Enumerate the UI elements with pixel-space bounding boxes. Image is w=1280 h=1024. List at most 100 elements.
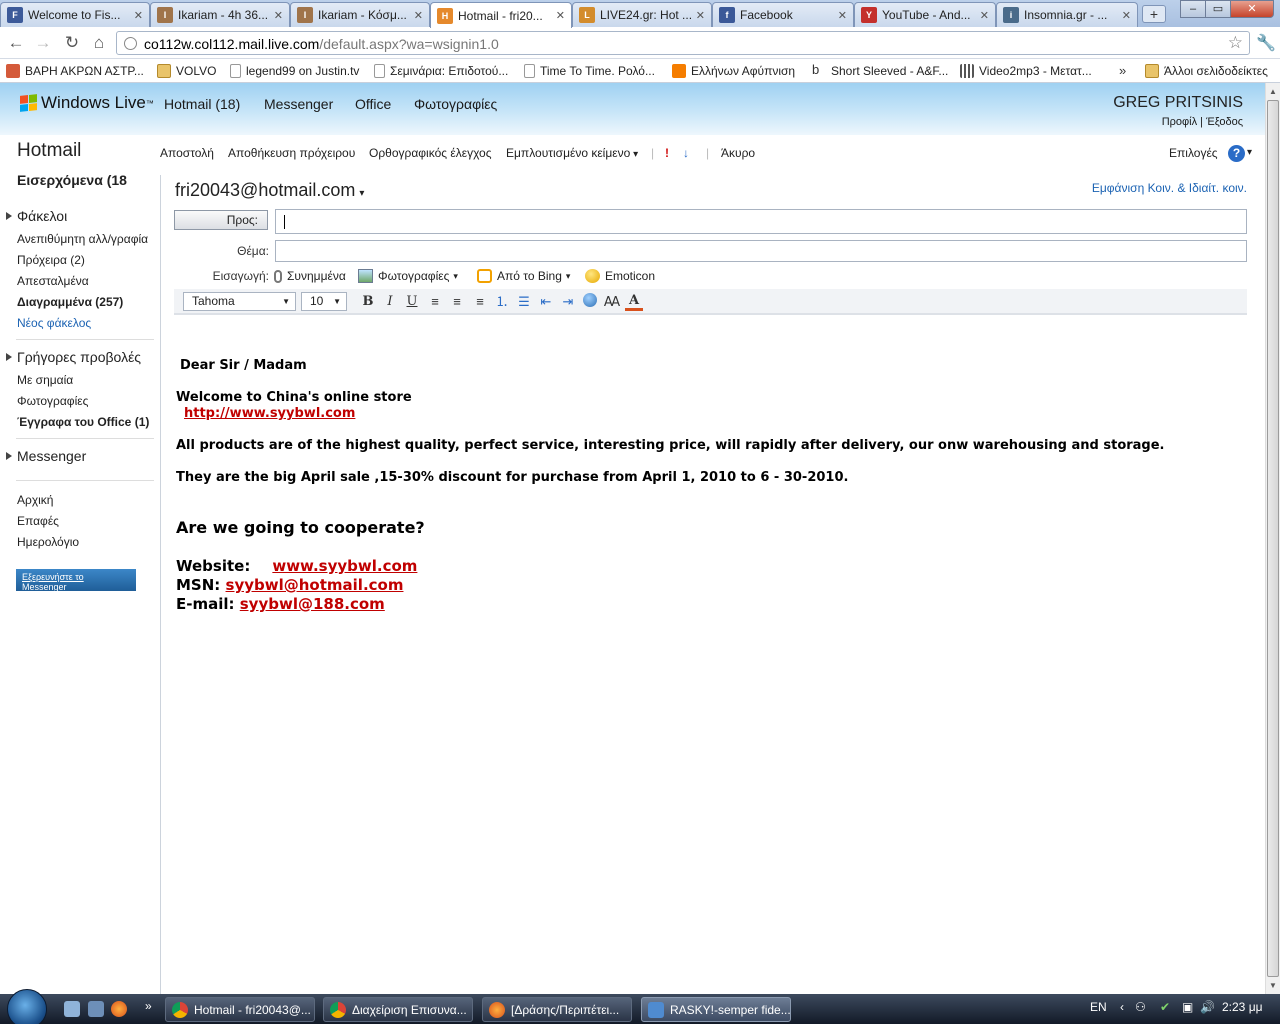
show-cc-bcc-link[interactable]: Εμφάνιση Κοιν. & Ιδιαίτ. κοιν. [1092,181,1247,195]
bookmark-item[interactable]: ΒΑΡΗ ΑΚΡΩΝ ΑΣΤΡ... [6,62,144,80]
bookmark-star-icon[interactable]: ☆ [1228,33,1243,53]
bold-icon[interactable]: B [359,293,377,311]
bookmark-item[interactable]: Ελλήνων Αφύπνιση [672,62,795,80]
quick-photos[interactable]: Φωτογραφίες [17,394,88,408]
page-scrollbar[interactable]: ▲ ▼ [1265,83,1280,994]
new-folder-link[interactable]: Νέος φάκελος [17,316,91,330]
website-link[interactable]: www.syybwl.com [272,557,417,575]
security-icon[interactable]: ✔ [1160,1000,1170,1014]
help-icon[interactable]: ? [1228,145,1245,162]
volume-icon[interactable]: 🔊 [1200,1000,1215,1014]
firefox-icon[interactable] [111,1001,127,1017]
close-tab-icon[interactable]: ✕ [134,9,143,22]
close-tab-icon[interactable]: ✕ [696,9,705,22]
other-bookmarks-folder[interactable]: Άλλοι σελιδοδείκτες [1145,62,1268,80]
quick-office-docs[interactable]: Έγγραφα του Office (1) [17,415,149,429]
to-input[interactable] [275,209,1247,234]
align-left-icon[interactable]: ≡ [426,293,444,311]
font-color-icon[interactable]: A [625,293,643,311]
close-tab-icon[interactable]: ✕ [1122,9,1131,22]
email-link[interactable]: syybwl@188.com [240,595,385,613]
bookmark-item[interactable]: legend99 on Justin.tv [230,62,359,80]
nav-photos[interactable]: Φωτογραφίες [414,96,497,112]
close-window-icon[interactable]: ✕ [1230,0,1274,18]
language-indicator[interactable]: EN [1090,1000,1107,1014]
windows-live-logo[interactable]: Windows Live ™ [20,93,154,113]
send-button[interactable]: Αποστολή [160,146,214,160]
bookmark-item[interactable]: Σεμινάρια: Επιδοτού... [374,62,508,80]
bookmark-folder[interactable]: VOLVO [157,62,216,80]
italic-icon[interactable]: I [381,293,399,311]
address-bar[interactable]: co112w.col112.mail.live.com/default.aspx… [116,31,1250,55]
minimize-icon[interactable]: – [1180,0,1206,18]
nav-hotmail[interactable]: Hotmail (18) [164,96,240,112]
browser-tab[interactable]: i Insomnia.gr - ... ✕ [996,2,1138,27]
reload-icon[interactable]: ↻ [62,34,82,54]
browser-tab[interactable]: Y YouTube - And... ✕ [854,2,996,27]
folder-sent[interactable]: Απεσταλμένα [17,274,89,288]
high-importance-icon[interactable]: ! [665,146,669,160]
quick-flagged[interactable]: Με σημαία [17,373,73,387]
folder-deleted[interactable]: Διαγραμμένα (257) [17,295,123,309]
messenger-ad-banner[interactable]: Εξερευνήστε το Messenger [16,569,136,592]
back-icon[interactable]: ← [6,34,26,54]
font-family-select[interactable]: Tahoma ▼ [183,292,296,311]
profile-link[interactable]: Προφίλ [1162,116,1197,128]
font-size-select[interactable]: 10 ▼ [301,292,347,311]
nav-messenger[interactable]: Messenger [264,96,333,112]
link-contacts[interactable]: Επαφές [17,514,59,528]
link-home[interactable]: Αρχική [17,493,53,507]
inbox-link[interactable]: Εισερχόμενα (18 [17,172,127,188]
scroll-down-icon[interactable]: ▼ [1269,981,1277,990]
insert-emoticon[interactable]: Emoticon [585,269,655,283]
wrench-icon[interactable]: 🔧 [1256,33,1276,53]
close-tab-icon[interactable]: ✕ [274,9,283,22]
browser-tab[interactable]: I Ikariam - 4h 36... ✕ [150,2,290,27]
bookmark-item[interactable]: Video2mp3 - Μετατ... [960,62,1092,80]
options-button[interactable]: Επιλογές [1169,146,1218,160]
decrease-indent-icon[interactable]: ⇤ [537,293,555,311]
spellcheck-button[interactable]: Ορθογραφικός έλεγχος [369,146,492,160]
msn-link[interactable]: syybwl@hotmail.com [226,576,404,594]
clock[interactable]: 2:23 μμ [1222,1000,1263,1014]
folder-junk[interactable]: Ανεπιθύμητη αλλ/γραφία [17,232,148,246]
show-desktop-icon[interactable] [64,1001,80,1017]
quick-views-header[interactable]: Γρήγορες προβολές [5,349,141,365]
align-center-icon[interactable]: ≡ [448,293,466,311]
home-icon[interactable]: ⌂ [89,34,109,54]
browser-tab[interactable]: I Ikariam - Κόσμ... ✕ [290,2,430,27]
display-icon[interactable]: ▣ [1182,1000,1193,1014]
tray-expand-icon[interactable]: ‹ [1120,1000,1124,1014]
bookmark-item[interactable]: Time To Time. Ρολό... [524,62,655,80]
messenger-header[interactable]: Messenger [5,448,86,464]
taskbar-button[interactable]: [Δράσης/Περιπέτει... [482,997,632,1022]
browser-tab-active[interactable]: H Hotmail - fri20... ✕ [430,2,572,28]
subject-input[interactable] [275,240,1247,262]
increase-indent-icon[interactable]: ⇥ [559,293,577,311]
close-tab-icon[interactable]: ✕ [556,9,565,22]
cancel-button[interactable]: Άκυρο [721,146,755,160]
close-tab-icon[interactable]: ✕ [414,9,423,22]
signout-link[interactable]: Έξοδος [1206,116,1243,128]
link-calendar[interactable]: Ημερολόγιο [17,535,79,549]
store-link[interactable]: http://www.syybwl.com [184,406,355,421]
highlight-icon[interactable]: Ꜳ [603,293,621,311]
low-importance-icon[interactable]: ↓ [683,146,689,160]
quicklaunch-more-icon[interactable]: » [145,999,152,1013]
align-right-icon[interactable]: ≡ [471,293,489,311]
from-account[interactable]: fri20043@hotmail.com ▾ [175,180,364,201]
hotmail-title[interactable]: Hotmail [17,140,81,162]
insert-from-bing[interactable]: Από το Bing ▾ [477,269,570,283]
forward-icon[interactable]: → [33,34,53,54]
browser-tab[interactable]: F Welcome to Fis... ✕ [0,2,150,27]
close-tab-icon[interactable]: ✕ [838,9,847,22]
maximize-icon[interactable]: ▭ [1205,0,1231,18]
user-name[interactable]: GREG PRITSINIS [1113,94,1243,112]
taskbar-button-active[interactable]: RASKY!-semper fide... [641,997,791,1022]
rich-text-dropdown[interactable]: Εμπλουτισμένο κείμενο [506,146,638,160]
close-tab-icon[interactable]: ✕ [980,9,989,22]
bulleted-list-icon[interactable]: ☰ [515,293,533,311]
start-orb-icon[interactable] [7,989,47,1024]
folder-drafts[interactable]: Πρόχειρα (2) [17,253,85,267]
scroll-up-icon[interactable]: ▲ [1269,87,1277,96]
